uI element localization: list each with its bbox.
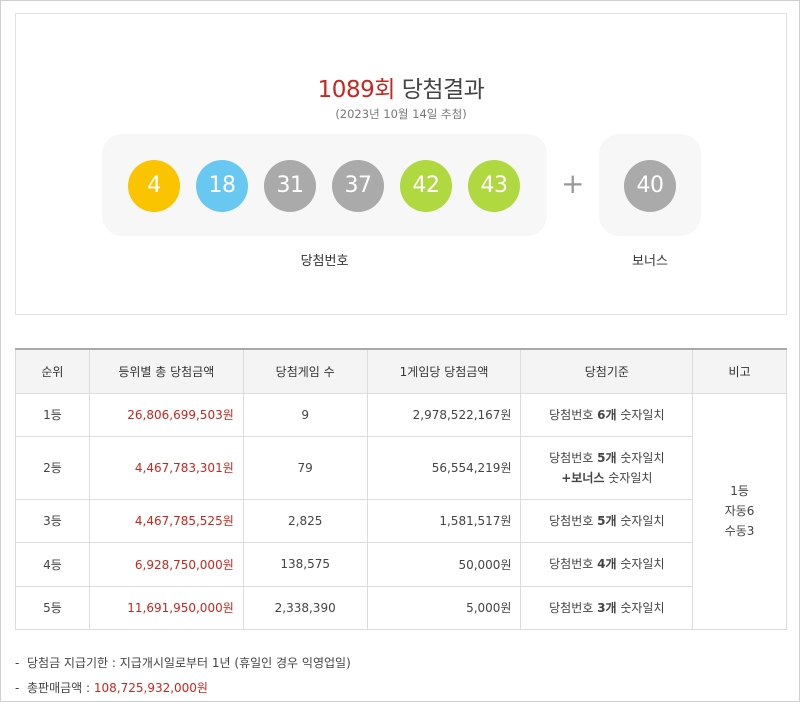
per-game-amount-cell: 2,978,522,167원	[366, 392, 522, 437]
total-amount-cell: 11,691,950,000원	[88, 585, 244, 630]
footnotes: - 당첨금 지급기한 : 지급개시일로부터 1년 (휴일인 경우 익영업일) -총…	[15, 651, 351, 701]
payout-deadline-note: - 당첨금 지급기한 : 지급개시일로부터 1년 (휴일인 경우 익영업일)	[15, 656, 351, 670]
rank-cell: 2등	[15, 435, 90, 500]
winning-ball-2: 18	[196, 160, 248, 212]
winner-count-cell: 79	[242, 435, 368, 500]
criteria-cell: 당첨번호 3개 숫자일치	[520, 585, 694, 630]
draw-result-box: 1089회 당첨결과 (2023년 10월 14일 추첨) 4 18 31 37…	[15, 13, 787, 315]
table-row: 3등 4,467,785,525원 2,825 1,581,517원 당첨번호 …	[15, 498, 787, 543]
bonus-number-panel: 40	[599, 134, 701, 236]
table-row: 4등 6,928,750,000원 138,575 50,000원 당첨번호 4…	[15, 541, 787, 587]
criteria-cell: 당첨번호 4개 숫자일치	[520, 541, 694, 587]
winner-count-cell: 138,575	[242, 541, 368, 587]
total-sales-note: - 총판매금액 : 108,725,932,000원	[15, 681, 208, 695]
note-cell: 1등 자동6 수동3	[692, 392, 787, 630]
criteria-cell: 당첨번호 5개 숫자일치	[520, 498, 694, 543]
round-number: 1089회	[317, 77, 396, 103]
col-header-count: 당첨게임 수	[242, 348, 368, 394]
prize-table: 순위 등위별 총 당첨금액 당첨게임 수 1게임당 당첨금액 당첨기준 비고 1…	[15, 348, 787, 630]
rank-cell: 1등	[15, 392, 90, 437]
per-game-amount-cell: 56,554,219원	[366, 435, 522, 500]
winning-ball-1: 4	[128, 160, 180, 212]
per-game-amount-cell: 1,581,517원	[366, 498, 522, 543]
bonus-label: 보너스	[632, 254, 668, 269]
total-sales-value: 108,725,932,000원	[93, 681, 208, 695]
table-row: 5등 11,691,950,000원 2,338,390 5,000원 당첨번호…	[15, 585, 787, 630]
winning-numbers-panel: 4 18 31 37 42 43	[102, 134, 547, 236]
winning-ball-4: 37	[332, 160, 384, 212]
total-amount-cell: 4,467,785,525원	[88, 498, 244, 543]
per-game-amount-cell: 5,000원	[366, 585, 522, 630]
winner-count-cell: 2,338,390	[242, 585, 368, 630]
winning-ball-5: 42	[400, 160, 452, 212]
table-row: 2등 4,467,783,301원 79 56,554,219원 당첨번호 5개…	[15, 435, 787, 500]
bonus-ball: 40	[624, 160, 676, 212]
total-amount-cell: 26,806,699,503원	[88, 392, 244, 437]
winning-numbers-label: 당첨번호	[300, 254, 349, 269]
rank-cell: 4등	[15, 541, 90, 587]
winning-ball-6: 43	[468, 160, 520, 212]
criteria-cell: 당첨번호 5개 숫자일치 +보너스 숫자일치	[520, 435, 694, 500]
draw-date: (2023년 10월 14일 추첨)	[335, 107, 467, 121]
total-amount-cell: 6,928,750,000원	[88, 541, 244, 587]
col-header-rank: 순위	[15, 348, 90, 394]
per-game-amount-cell: 50,000원	[366, 541, 522, 587]
page-title: 1089회 당첨결과	[16, 70, 786, 104]
table-row: 1등 26,806,699,503원 9 2,978,522,167원 당첨번호…	[15, 392, 787, 630]
col-header-per-game: 1게임당 당첨금액	[366, 348, 522, 394]
winning-ball-3: 31	[264, 160, 316, 212]
criteria-cell: 당첨번호 6개 숫자일치	[520, 392, 694, 437]
col-header-criteria: 당첨기준	[520, 348, 694, 394]
rank-cell: 3등	[15, 498, 90, 543]
lotto-result-page: 1089회 당첨결과 (2023년 10월 14일 추첨) 4 18 31 37…	[0, 0, 800, 702]
rank-cell: 5등	[15, 585, 90, 630]
winner-count-cell: 2,825	[242, 498, 368, 543]
col-header-note: 비고	[692, 348, 787, 394]
plus-icon: +	[561, 167, 585, 200]
title-text: 당첨결과	[401, 77, 485, 103]
total-amount-cell: 4,467,783,301원	[88, 435, 244, 500]
table-header-row: 순위 등위별 총 당첨금액 당첨게임 수 1게임당 당첨금액 당첨기준 비고	[15, 348, 787, 394]
col-header-total: 등위별 총 당첨금액	[88, 348, 244, 394]
winner-count-cell: 9	[242, 392, 368, 437]
